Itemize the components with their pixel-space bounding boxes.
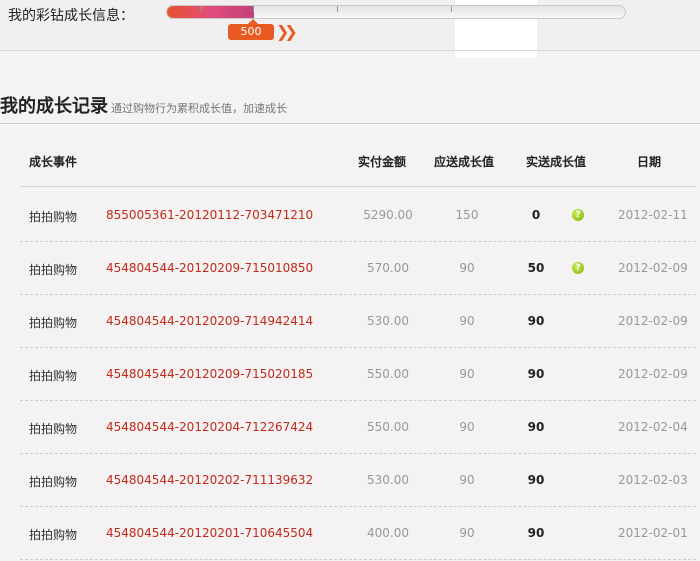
help-icon[interactable]: ?: [572, 262, 584, 274]
table-row: 拍拍购物 454804544-20120204-712267424 550.00 90…: [20, 400, 696, 454]
sent-growth-cell: 90: [527, 314, 545, 328]
table-row: 拍拍购物 855005361-20120112-703471210 5290.00 1…: [20, 188, 696, 242]
date-cell: 2012-02-11: [618, 208, 688, 222]
order-link[interactable]: 454804544-20120204-712267424: [106, 420, 313, 434]
date-cell: 2012-02-09: [618, 314, 688, 328]
due-growth-cell: 90: [459, 473, 475, 487]
date-cell: 2012-02-01: [618, 526, 688, 540]
current-growth-marker: 500: [228, 19, 274, 40]
paid-amount-cell: 550.00: [367, 420, 409, 434]
due-growth-cell: 90: [459, 261, 475, 275]
event-cell: 拍拍购物: [29, 316, 78, 330]
table-row: 拍拍购物 454804544-20120209-714942414 530.00 90…: [20, 294, 696, 348]
col-header-sent: 实送成长值: [526, 155, 587, 169]
event-cell: 拍拍购物: [29, 263, 78, 277]
order-link[interactable]: 454804544-20120209-715020185: [106, 367, 313, 381]
paid-amount-cell: 550.00: [367, 367, 409, 381]
progress-tick: [201, 6, 202, 12]
order-link[interactable]: 454804544-20120201-710645504: [106, 526, 313, 540]
progress-tick: [253, 6, 254, 12]
event-cell: 拍拍购物: [29, 528, 78, 542]
sent-growth-cell: 50: [527, 261, 545, 275]
page-title: 我的成长记录: [0, 96, 108, 117]
date-cell: 2012-02-09: [618, 367, 688, 381]
page-subtitle: 通过购物行为累积成长值，加速成长: [111, 102, 287, 115]
paid-amount-cell: 400.00: [367, 526, 409, 540]
double-chevron-right-icon: ❯❯: [276, 22, 298, 41]
table-row: 拍拍购物 454804544-20120201-710645504 400.00 90…: [20, 506, 696, 560]
progress-tick: [451, 6, 452, 12]
growth-progress-bar: [166, 5, 626, 19]
sent-growth-cell: 90: [527, 473, 545, 487]
divider: [0, 123, 700, 124]
sent-growth-cell: 90: [527, 526, 545, 540]
event-cell: 拍拍购物: [29, 210, 78, 224]
help-icon[interactable]: ?: [572, 209, 584, 221]
due-growth-cell: 150: [455, 208, 479, 222]
col-header-date: 日期: [637, 155, 662, 169]
due-growth-cell: 90: [459, 526, 475, 540]
table-row: 拍拍购物 454804544-20120202-711139632 530.00 90…: [20, 453, 696, 507]
header-divider: [20, 186, 696, 187]
divider: [0, 50, 700, 51]
col-header-paid: 实付金额: [358, 155, 407, 169]
sent-growth-cell: 90: [527, 367, 545, 381]
sent-growth-cell: 90: [527, 420, 545, 434]
event-cell: 拍拍购物: [29, 369, 78, 383]
paid-amount-cell: 530.00: [367, 473, 409, 487]
due-growth-cell: 90: [459, 367, 475, 381]
due-growth-cell: 90: [459, 314, 475, 328]
order-link[interactable]: 454804544-20120202-711139632: [106, 473, 313, 487]
date-cell: 2012-02-03: [618, 473, 688, 487]
growth-info-band: 我的彩钻成长信息： 500 ❯❯: [0, 0, 700, 58]
date-cell: 2012-02-09: [618, 261, 688, 275]
date-cell: 2012-02-04: [618, 420, 688, 434]
col-header-event: 成长事件: [29, 155, 78, 169]
progress-tick: [337, 6, 338, 12]
paid-amount-cell: 570.00: [367, 261, 409, 275]
event-cell: 拍拍购物: [29, 422, 78, 436]
growth-info-label: 我的彩钻成长信息：: [8, 8, 134, 24]
table-row: 拍拍购物 454804544-20120209-715020185 550.00 90…: [20, 347, 696, 401]
table-row: 拍拍购物 454804544-20120209-715010850 570.00 90…: [20, 241, 696, 295]
paid-amount-cell: 5290.00: [363, 208, 413, 222]
order-link[interactable]: 855005361-20120112-703471210: [106, 208, 313, 222]
event-cell: 拍拍购物: [29, 475, 78, 489]
order-link[interactable]: 454804544-20120209-715010850: [106, 261, 313, 275]
due-growth-cell: 90: [459, 420, 475, 434]
col-header-due: 应送成长值: [434, 155, 495, 169]
sent-growth-cell: 0: [531, 208, 541, 222]
growth-progress-fill: [167, 6, 255, 18]
order-link[interactable]: 454804544-20120209-714942414: [106, 314, 313, 328]
paid-amount-cell: 530.00: [367, 314, 409, 328]
